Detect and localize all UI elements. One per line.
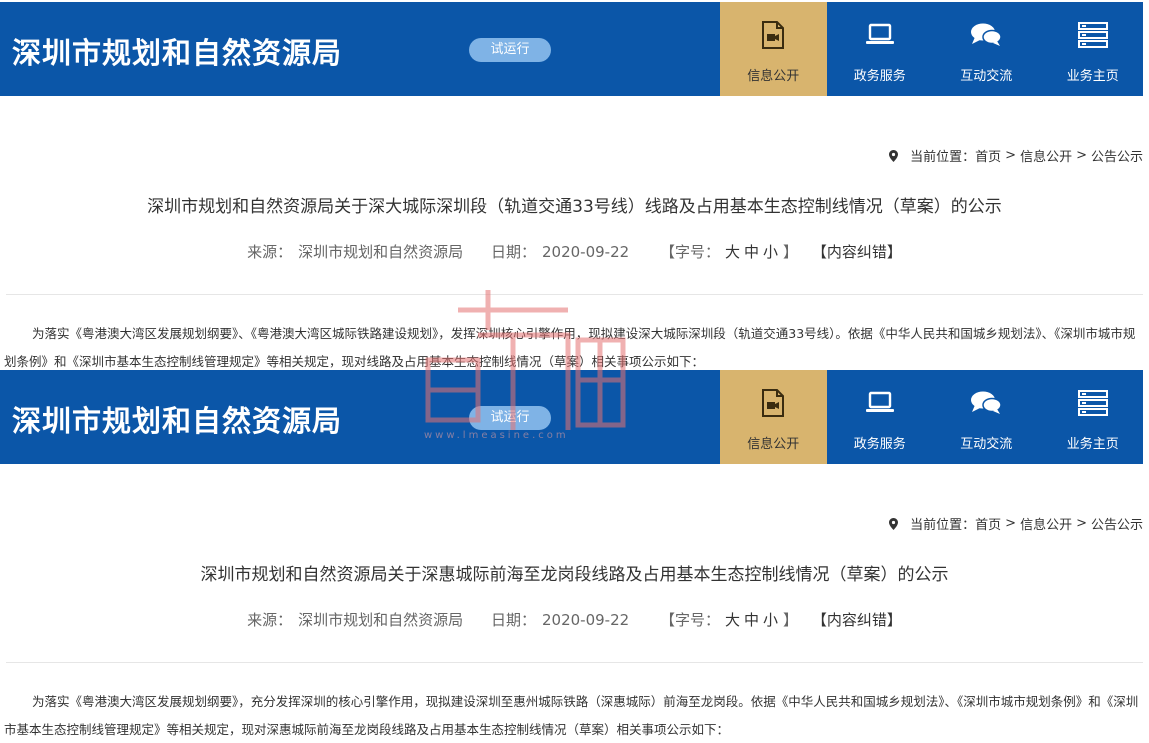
nav-item-business-home[interactable]: 业务主页: [1040, 2, 1147, 96]
nav-label: 业务主页: [1066, 437, 1119, 452]
nav-item-business-home[interactable]: 业务主页: [1040, 370, 1147, 464]
nav-item-info-disclosure[interactable]: 信息公开: [720, 370, 827, 464]
breadcrumb-prefix: 当前位置：: [910, 518, 976, 533]
breadcrumb-announcements[interactable]: 公告公示: [1091, 146, 1143, 165]
source-label: 来源：: [247, 611, 293, 629]
breadcrumb-announcements[interactable]: 公告公示: [1091, 514, 1143, 533]
nav-label: 业务主页: [1066, 69, 1119, 84]
breadcrumb-separator: >: [1076, 148, 1087, 163]
site-header: 深圳市规划和自然资源局 试运行 信息公开 政务服务 互动交流 业务主页: [0, 370, 1143, 464]
notice-panel-1: 深圳市规划和自然资源局 试运行 信息公开 政务服务 互动交流 业务主页 当前位置…: [0, 0, 1149, 369]
article-body: 为落实《粤港澳大湾区发展规划纲要》，充分发挥深圳的核心引擎作用，现拟建设深圳至惠…: [4, 694, 1139, 737]
font-size-label: 【字号：: [659, 243, 720, 261]
site-header: 深圳市规划和自然资源局 试运行 信息公开 政务服务 互动交流 业务主页: [0, 2, 1143, 96]
article-meta: 来源： 深圳市规划和自然资源局 日期： 2020-09-22 【字号： 大中小】 【内…: [0, 609, 1149, 630]
breadcrumb: 当前位置： 首页 > 信息公开 > 公告公示: [889, 146, 1143, 165]
chat-bubbles-icon: [970, 388, 1002, 418]
location-pin-icon: [889, 149, 899, 162]
nav-item-interaction[interactable]: 互动交流: [933, 2, 1040, 96]
article-meta: 来源： 深圳市规划和自然资源局 日期： 2020-09-22 【字号： 大中小】 【内…: [0, 241, 1149, 262]
font-size-close: 】: [783, 243, 799, 261]
beta-badge: 试运行: [469, 406, 551, 430]
date-value: 2020-09-22: [541, 243, 630, 261]
breadcrumb-separator: >: [1005, 516, 1017, 531]
nav-label: 政务服务: [853, 69, 906, 84]
date-label: 日期：: [490, 243, 536, 261]
main-nav: 信息公开 政务服务 互动交流 业务主页: [720, 2, 1146, 96]
font-size-medium[interactable]: 中: [744, 243, 759, 261]
breadcrumb-separator: >: [1005, 148, 1017, 163]
font-size-large[interactable]: 大: [725, 243, 740, 261]
nav-item-government-services[interactable]: 政务服务: [827, 2, 934, 96]
video-document-icon: [761, 388, 785, 418]
error-report-link[interactable]: 【内容纠错】: [812, 611, 902, 629]
font-size-close: 】: [783, 611, 799, 629]
breadcrumb-separator: >: [1076, 516, 1087, 531]
date-value: 2020-09-22: [541, 611, 630, 629]
breadcrumb-prefix: 当前位置：: [910, 150, 976, 165]
font-size-label: 【字号：: [659, 611, 720, 629]
laptop-icon: [865, 20, 895, 50]
font-size-small[interactable]: 小: [763, 611, 778, 629]
source-value: 深圳市规划和自然资源局: [298, 243, 464, 261]
video-document-icon: [761, 20, 785, 50]
server-stack-icon: [1077, 20, 1108, 50]
notice-panel-2: 深圳市规划和自然资源局 试运行 信息公开 政务服务 互动交流 业务主页 当前位置…: [0, 368, 1149, 743]
nav-item-government-services[interactable]: 政务服务: [827, 370, 934, 464]
font-size-control: 【字号： 大中小】: [657, 611, 801, 629]
breadcrumb: 当前位置： 首页 > 信息公开 > 公告公示: [889, 514, 1143, 533]
site-logo[interactable]: 深圳市规划和自然资源局: [12, 30, 342, 72]
nav-item-interaction[interactable]: 互动交流: [933, 370, 1040, 464]
chat-bubbles-icon: [970, 20, 1002, 50]
site-logo[interactable]: 深圳市规划和自然资源局: [12, 398, 342, 440]
breadcrumb-info-disclosure[interactable]: 信息公开: [1020, 146, 1072, 165]
breadcrumb-home[interactable]: 首页: [975, 146, 1001, 165]
nav-label: 政务服务: [853, 437, 906, 452]
divider: [6, 294, 1143, 295]
nav-label: 信息公开: [747, 69, 800, 84]
article-title: 深圳市规划和自然资源局关于深大城际深圳段（轨道交通33号线）线路及占用基本生态控…: [147, 197, 1002, 217]
laptop-icon: [865, 388, 895, 418]
source-value: 深圳市规划和自然资源局: [298, 611, 464, 629]
beta-badge: 试运行: [469, 38, 551, 62]
source-label: 来源：: [247, 243, 293, 261]
nav-label: 互动交流: [960, 437, 1013, 452]
breadcrumb-info-disclosure[interactable]: 信息公开: [1020, 514, 1072, 533]
font-size-medium[interactable]: 中: [744, 611, 759, 629]
breadcrumb-home[interactable]: 首页: [975, 514, 1001, 533]
server-stack-icon: [1077, 388, 1108, 418]
divider: [6, 662, 1143, 663]
font-size-control: 【字号： 大中小】: [657, 243, 801, 261]
font-size-small[interactable]: 小: [763, 243, 778, 261]
main-nav: 信息公开 政务服务 互动交流 业务主页: [720, 370, 1146, 464]
location-pin-icon: [889, 517, 899, 530]
nav-label: 信息公开: [747, 437, 800, 452]
font-size-large[interactable]: 大: [725, 611, 740, 629]
error-report-link[interactable]: 【内容纠错】: [812, 243, 902, 261]
date-label: 日期：: [490, 611, 536, 629]
article-title: 深圳市规划和自然资源局关于深惠城际前海至龙岗段线路及占用基本生态控制线情况（草案…: [200, 565, 949, 585]
nav-label: 互动交流: [960, 69, 1013, 84]
nav-item-info-disclosure[interactable]: 信息公开: [720, 2, 827, 96]
